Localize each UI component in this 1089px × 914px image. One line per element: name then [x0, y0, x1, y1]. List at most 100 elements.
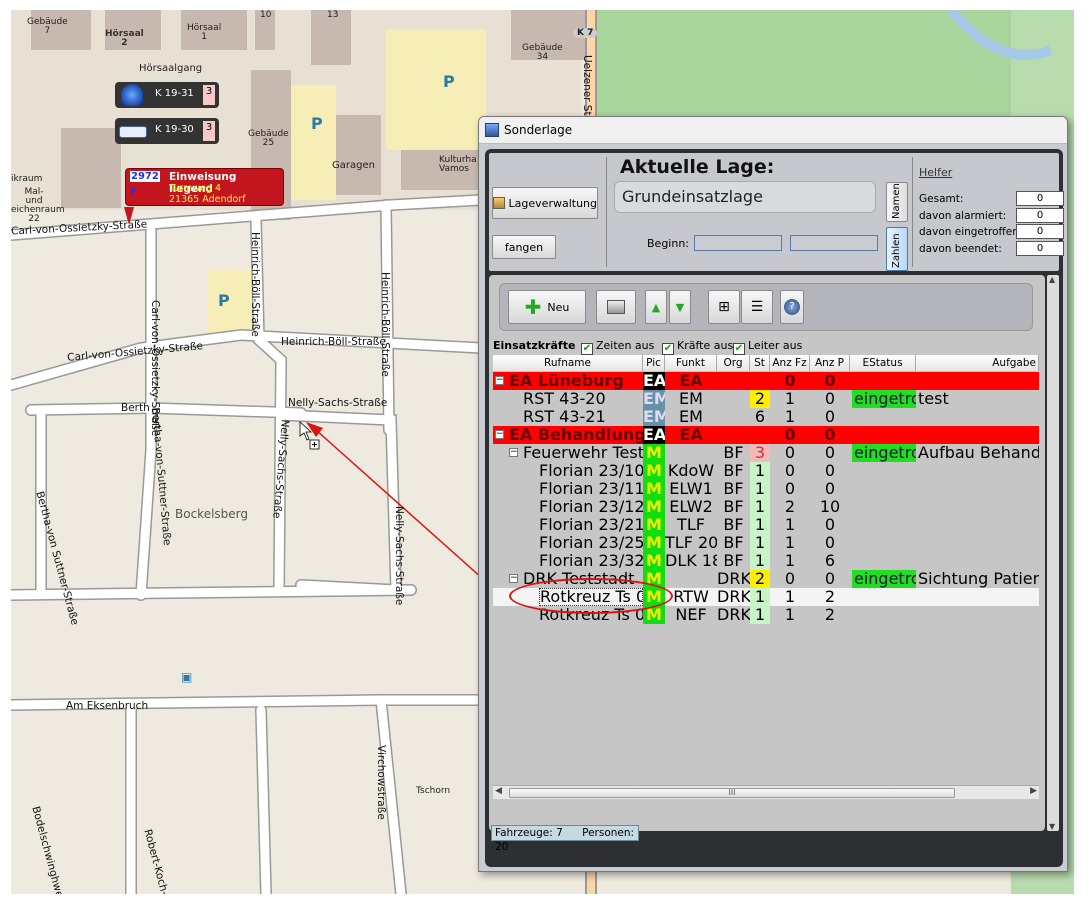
tab-namen[interactable]: Namen	[886, 182, 908, 222]
helfer-labels: Gesamt: davon alarmiert: davon eingetrof…	[919, 191, 1022, 257]
collapse-icon[interactable]: −	[509, 574, 518, 583]
scroll-thumb[interactable]: III	[509, 788, 955, 798]
vehicle-pin-count: 3	[203, 121, 215, 141]
cell-rufname: Florian 23/10	[539, 462, 643, 480]
aktuelle-lage-field[interactable]: Grundeinsatzlage	[614, 181, 876, 213]
cell-estatus: eingetroffen	[852, 570, 916, 588]
cell-pic: M	[643, 480, 665, 498]
checkbox-icon: ✔	[662, 343, 674, 355]
table-row[interactable]: Florian 23/11 M ELW1 BF 1 0 0	[493, 480, 1039, 498]
lageverwaltung-button[interactable]: Lageverwaltung	[492, 187, 598, 219]
check-kraefte-aus[interactable]: ✔ Kräfte aus	[662, 339, 733, 355]
map-label-bockelsberg: Bockelsberg	[175, 507, 249, 521]
helfer-gesamt-label: Gesamt:	[919, 193, 964, 205]
table-row[interactable]: Florian 23/25MTLF 20/40 BF 11 0	[493, 534, 1039, 552]
scroll-down-icon[interactable]: ▼	[1049, 822, 1055, 831]
window-content: Lageverwaltung fangen Aktuelle Lage: Gru…	[485, 149, 1064, 867]
col-st[interactable]: St	[750, 355, 770, 371]
col-rufname[interactable]: Rufname	[493, 355, 643, 371]
checkbox-icon: ✔	[733, 343, 745, 355]
vehicle-pin-count: 3	[203, 85, 215, 105]
einsatzkraefte-panel: ✚ Neu ▲ ▼ ⊞ ☰ ? Einsatzkräfte ✔ Zeiten au…	[489, 275, 1045, 831]
table-row[interactable]: Florian 23/32MDLK 18-12 BF 11 6	[493, 552, 1039, 570]
beginn-time-field[interactable]	[790, 235, 878, 251]
collapse-icon[interactable]: −	[495, 430, 504, 439]
helfer-eingetroffen-value: 0	[1016, 224, 1064, 239]
cell-pic: EA	[643, 426, 665, 444]
cell-anz-fz: 1	[784, 606, 796, 624]
arrow-down-icon: ▼	[675, 300, 685, 314]
incident-popup[interactable]: 2972 F Einweisung liegend Turmweg 4 2136…	[124, 168, 284, 225]
print-button[interactable]	[596, 290, 636, 324]
col-org[interactable]: Org	[717, 355, 750, 371]
cell-aufgabe	[918, 462, 1039, 480]
list-view-button[interactable]: ☰	[741, 290, 773, 324]
beginn-date-field[interactable]	[694, 235, 782, 251]
cell-rufname: Florian 23/21	[539, 516, 643, 534]
move-down-button[interactable]: ▼	[669, 290, 691, 324]
incident-street: Turmweg 4	[169, 183, 222, 194]
cell-pic: M	[643, 534, 665, 552]
col-anz-fz[interactable]: Anz Fz	[770, 355, 810, 371]
road-label: Heinrich-Böll-Straße	[379, 272, 391, 377]
scroll-right-icon[interactable]: ▶	[1030, 786, 1037, 796]
help-button[interactable]: ?	[780, 290, 804, 324]
parking-icon: P	[218, 291, 230, 310]
cell-org: BF	[723, 498, 744, 516]
neu-button[interactable]: ✚ Neu	[508, 290, 586, 324]
table-row[interactable]: Florian 23/10 M KdoW BF 1 0 0	[493, 462, 1039, 480]
col-estatus[interactable]: EStatus	[850, 355, 916, 371]
window-titlebar[interactable]: Sonderlage	[479, 117, 1067, 144]
table-row[interactable]: Florian 23/12 M ELW2 BF 1 2 10	[493, 498, 1039, 516]
cell-st: 2	[750, 570, 770, 588]
tab-zahlen[interactable]: Zahlen	[886, 227, 908, 271]
tree-view-button[interactable]: ⊞	[708, 290, 740, 324]
col-pic[interactable]: Pic	[643, 355, 665, 371]
map-label-hoersaal1: Hörsaal 1	[187, 23, 222, 42]
table-row[interactable]: − EA Lüneburg EA EA 0 0	[493, 372, 1039, 390]
table-row[interactable]: RST 43-21 EM EM 61 0	[493, 408, 1039, 426]
map-label-hoersaal2: Hörsaal 2	[105, 29, 144, 48]
collapse-icon[interactable]: −	[495, 376, 504, 385]
cell-anz-fz: 1	[784, 588, 796, 606]
table-row[interactable]: −EA BehandlungsplatzEAEA00	[493, 426, 1039, 444]
cell-anz-fz: 0	[784, 462, 796, 480]
move-up-button[interactable]: ▲	[645, 290, 667, 324]
tab-zahlen-label: Zahlen	[891, 233, 902, 268]
cell-pic: M	[643, 462, 665, 480]
separator	[912, 157, 913, 267]
vehicle-pin-k19-30[interactable]: K 19-30 3	[115, 118, 219, 144]
col-anz-p[interactable]: Anz P	[810, 355, 850, 371]
scroll-up-icon[interactable]: ▲	[1049, 275, 1055, 284]
col-funkt[interactable]: Funkt	[665, 355, 717, 371]
cell-org: DRK	[717, 606, 750, 624]
table-row[interactable]: Florian 23/21 M TLF BF 1 1 0	[493, 516, 1039, 534]
collapse-icon[interactable]: −	[509, 448, 518, 457]
cell-aufgabe	[918, 480, 1039, 498]
cell-org	[717, 408, 750, 426]
check-leiter-aus[interactable]: ✔ Leiter aus	[733, 339, 802, 355]
table-row[interactable]: −Feuerwehr TeststadtMBF300eingetroffenAu…	[493, 444, 1039, 462]
cell-st: 1	[750, 588, 770, 606]
arrow-up-icon: ▲	[651, 300, 661, 314]
cell-st: 1	[750, 462, 770, 480]
cell-st: 1	[750, 606, 770, 624]
horizontal-scrollbar[interactable]: ◀ III ▶	[493, 785, 1039, 799]
cell-st: 1	[750, 516, 770, 534]
check-zeiten-aus[interactable]: ✔ Zeiten aus	[581, 339, 654, 355]
helfer-eingetroffen-label: davon eingetroffen:	[919, 226, 1023, 238]
vehicle-pin-k19-31[interactable]: K 19-31 3	[115, 82, 219, 108]
toolbar: ✚ Neu ▲ ▼ ⊞ ☰ ?	[499, 283, 1033, 331]
status-fahrzeuge: Fahrzeuge: 7	[495, 827, 563, 839]
fangen-button[interactable]: fangen	[492, 235, 556, 259]
vertical-scrollbar[interactable]: ▲ ▼	[1047, 275, 1059, 831]
drag-arrow-line	[315, 429, 502, 596]
col-aufgabe[interactable]: Aufgabe	[916, 355, 1039, 371]
incident-number: 2972	[130, 171, 160, 182]
cell-org: BF	[723, 516, 744, 534]
helfer-alarmiert-value: 0	[1016, 207, 1064, 223]
scroll-left-icon[interactable]: ◀	[495, 786, 502, 796]
cell-org: BF	[723, 444, 744, 462]
cell-aufgabe	[918, 552, 1039, 570]
table-row[interactable]: RST 43-20 EM EM 21 0 eingetroffentest	[493, 390, 1039, 408]
